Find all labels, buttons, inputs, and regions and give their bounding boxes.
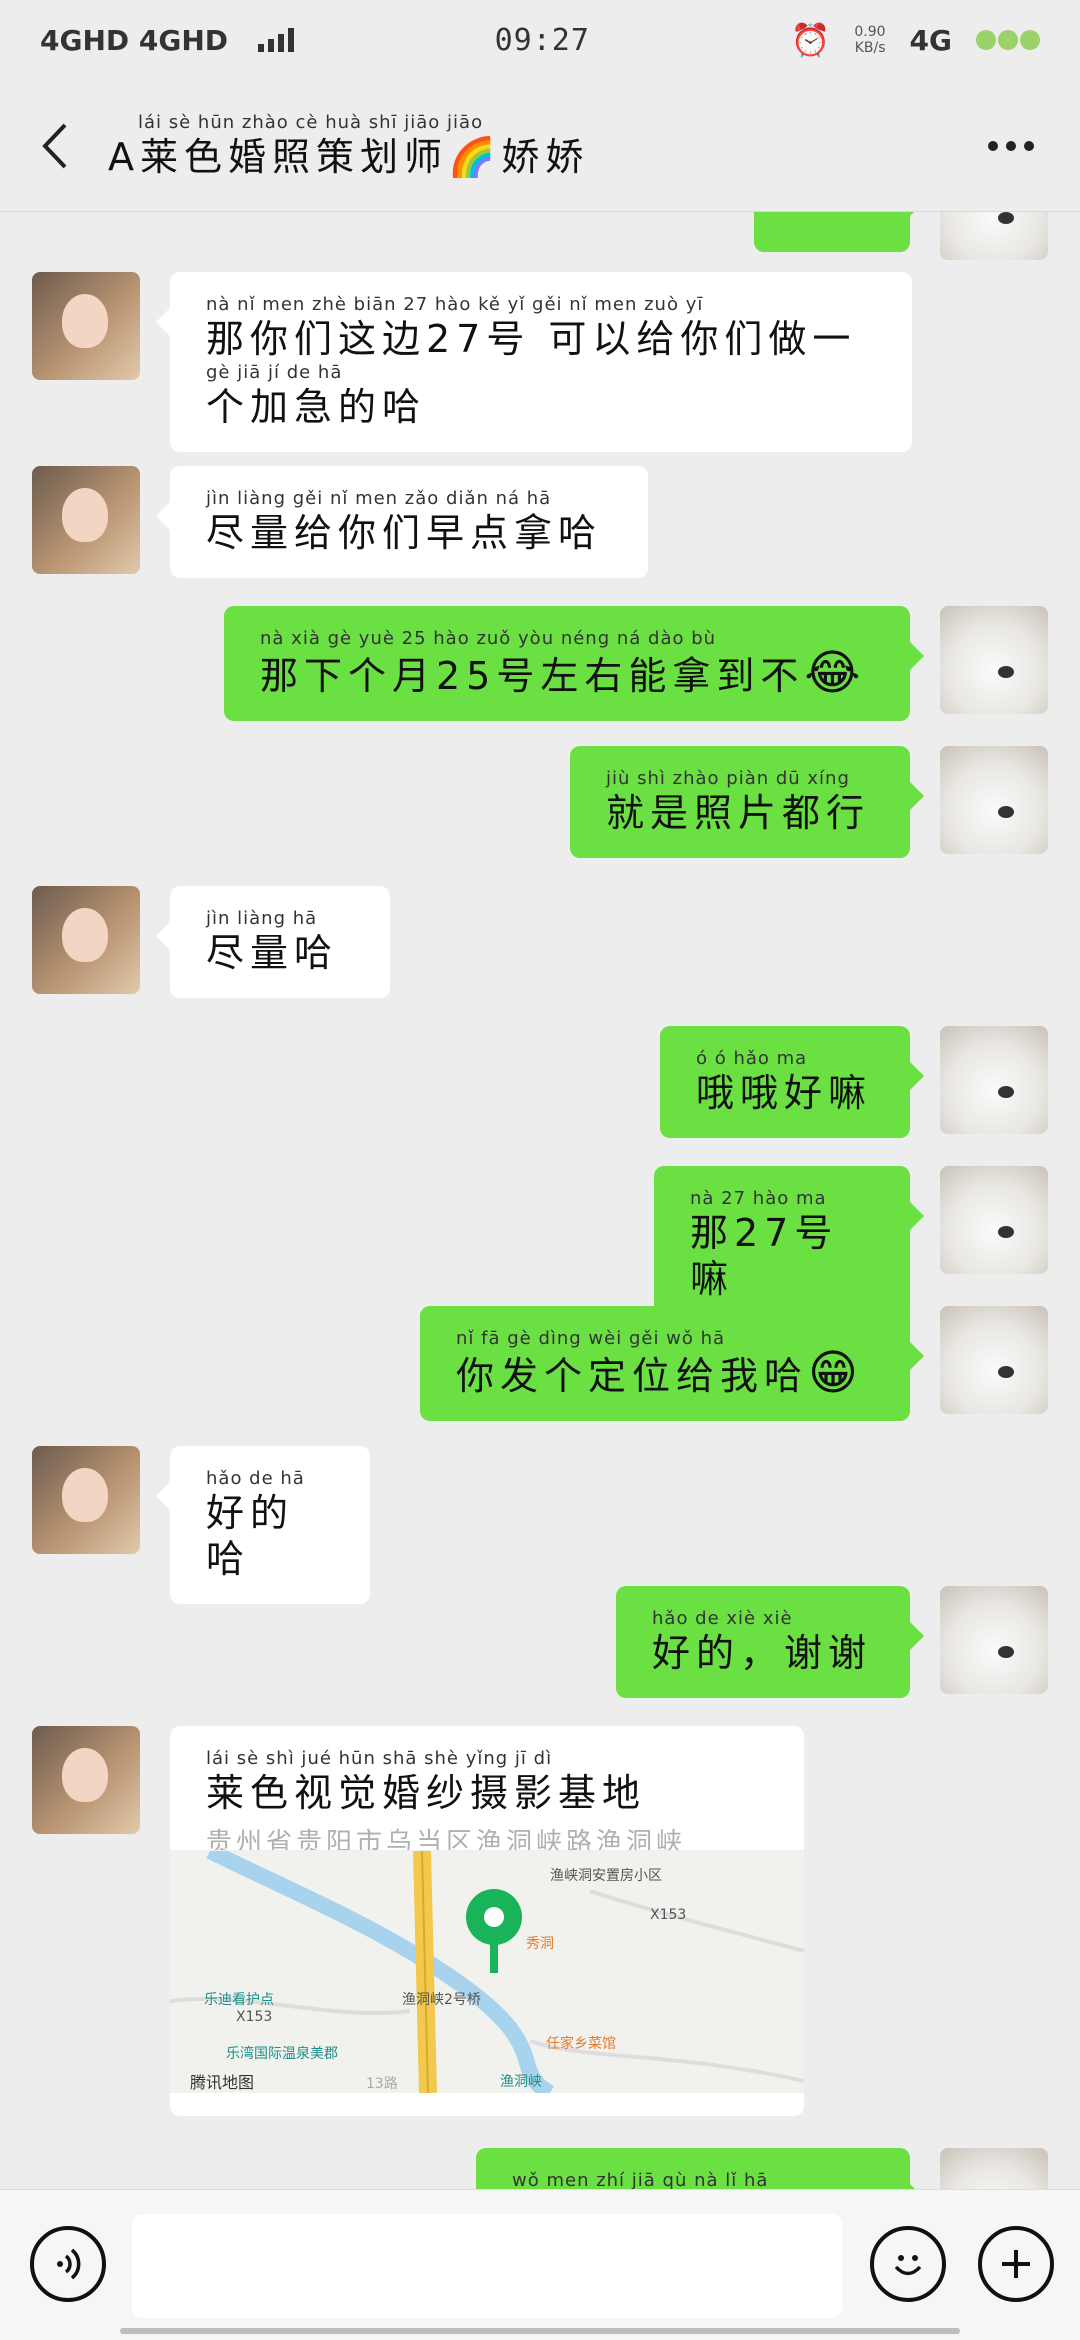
avatar[interactable] xyxy=(32,1726,140,1834)
map-label: 乐湾国际温泉美郡 xyxy=(226,2046,338,2062)
battery-icon xyxy=(975,30,1040,50)
message-pinyin: nà nǐ men zhè biān 27 hào kě yǐ gěi nǐ m… xyxy=(206,294,704,315)
message-pinyin: hǎo de hā xyxy=(206,1468,305,1489)
message-bubble[interactable] xyxy=(754,212,924,252)
net-speed: 0.90 KB/s xyxy=(854,24,885,56)
network-label: 4GHD 4GHD xyxy=(40,23,229,57)
avatar[interactable] xyxy=(940,746,1048,854)
map-label: X153 xyxy=(650,1907,687,1923)
message-text: 尽量哈 xyxy=(206,931,339,975)
chat-title: lái sè hūn zhào cè huà shī jiāo jiāo A莱色… xyxy=(108,112,966,180)
chat-header: lái sè hūn zhào cè huà shī jiāo jiāo A莱色… xyxy=(0,80,1080,212)
grinning-emoji-icon: 😁 xyxy=(808,1345,865,1401)
message-bubble[interactable]: jiù shì zhào piàn dū xíng 就是照片都行 xyxy=(570,746,924,858)
message-text: 你发个定位给我哈😁 xyxy=(456,1349,874,1399)
map-label: 渔峡洞安置房小区 xyxy=(550,1868,662,1884)
message-bubble[interactable]: hǎo de hā 好的哈 xyxy=(156,1446,370,1604)
location-name-pinyin: lái sè shì jué hūn shā shè yǐng jī dì xyxy=(206,1748,553,1769)
location-info: lái sè shì jué hūn shā shè yǐng jī dì 莱色… xyxy=(170,1726,804,1858)
message-bubble[interactable]: nà xià gè yuè 25 hào zuǒ yòu néng ná dào… xyxy=(224,606,924,721)
map-pin-icon xyxy=(466,1889,522,1945)
message-pinyin: ó ó hǎo ma xyxy=(696,1048,808,1069)
avatar[interactable] xyxy=(940,1026,1048,1134)
clock: 09:27 xyxy=(494,22,590,58)
message-text: 好的哈 xyxy=(206,1491,295,1581)
chat-title-text: A莱色婚照策划师🌈娇娇 xyxy=(108,134,590,179)
message-input[interactable] xyxy=(132,2214,842,2318)
avatar[interactable] xyxy=(940,1306,1048,1414)
message-bubble[interactable]: ó ó hǎo ma 哦哦好嘛 xyxy=(660,1026,924,1138)
avatar[interactable] xyxy=(32,1446,140,1554)
signal-icon xyxy=(258,28,295,52)
map-label: 13路 xyxy=(366,2076,398,2092)
back-button[interactable] xyxy=(24,116,84,176)
message-text: 好的，谢谢 xyxy=(652,1631,873,1675)
message-bubble[interactable]: jìn liàng hā 尽量哈 xyxy=(156,886,390,998)
plus-icon xyxy=(1002,2250,1030,2278)
input-bar xyxy=(0,2189,1080,2340)
net-speed-value: 0.90 xyxy=(854,24,886,40)
avatar[interactable] xyxy=(32,886,140,994)
map-label: X153 xyxy=(236,2009,273,2025)
status-bar: 4GHD 4GHD 09:27 ⏰ 0.90 KB/s 4G xyxy=(0,0,1080,80)
avatar[interactable] xyxy=(940,606,1048,714)
home-indicator xyxy=(120,2328,960,2334)
smiley-icon xyxy=(894,2255,922,2276)
message-pinyin: hǎo de xiè xiè xyxy=(652,1608,793,1629)
chat-list[interactable]: nà nǐ men zhè biān 27 hào kě yǐ gěi nǐ m… xyxy=(0,212,1080,2230)
message-pinyin: nà xià gè yuè 25 hào zuǒ yòu néng ná dào… xyxy=(260,628,717,649)
message-pinyin: jiù shì zhào piàn dū xíng xyxy=(606,768,850,789)
avatar[interactable] xyxy=(940,212,1048,260)
map-label: 秀洞 xyxy=(526,1936,554,1952)
chevron-left-icon xyxy=(42,123,67,168)
emoji-button[interactable] xyxy=(870,2226,946,2302)
message-text: 那27号嘛 xyxy=(690,1211,839,1301)
location-name: 莱色视觉婚纱摄影基地 xyxy=(206,1771,647,1815)
message-pinyin: jìn liàng gěi nǐ men zǎo diǎn ná hā xyxy=(206,488,552,509)
map-label: 渔洞峡 xyxy=(500,2074,542,2090)
message-text: 那你们这边27号 可以给你们做一 xyxy=(206,317,857,361)
message-bubble[interactable]: hǎo de xiè xiè 好的，谢谢 xyxy=(616,1586,924,1698)
map-pin-stem xyxy=(490,1943,498,1973)
more-functions-button[interactable] xyxy=(978,2226,1054,2302)
map-brand: 腾讯地图 xyxy=(190,2073,255,2092)
message-bubble[interactable]: nǐ fā gè dìng wèi gěi wǒ hā 你发个定位给我哈😁 xyxy=(420,1306,924,1421)
avatar[interactable] xyxy=(32,466,140,574)
avatar[interactable] xyxy=(940,1166,1048,1274)
message-bubble[interactable]: jìn liàng gěi nǐ men zǎo diǎn ná hā 尽量给你… xyxy=(156,466,648,578)
voice-icon xyxy=(57,2248,81,2280)
network-left: 4GHD 4GHD xyxy=(40,23,295,57)
message-text: 个加急的哈 xyxy=(206,385,427,429)
location-map[interactable]: 渔峡洞安置房小区 X153 秀洞 渔洞峡2号桥 乐迪看护点 X153 乐湾国际温… xyxy=(170,1850,804,2093)
message-pinyin: nà 27 hào ma xyxy=(690,1188,827,1209)
message-text: 那下个月25号左右能拿到不😂 xyxy=(260,649,874,699)
message-text: 尽量给你们早点拿哈 xyxy=(206,511,603,555)
voice-button[interactable] xyxy=(30,2226,106,2302)
message-pinyin: jìn liàng hā xyxy=(206,908,318,929)
network-right: 4G xyxy=(909,23,952,57)
laughing-emoji-icon: 😂 xyxy=(804,645,867,701)
status-right: ⏰ 0.90 KB/s 4G xyxy=(791,21,1040,59)
message-bubble[interactable]: nà 27 hào ma 那27号嘛 xyxy=(654,1166,924,1324)
chat-title-pinyin: lái sè hūn zhào cè huà shī jiāo jiāo xyxy=(138,111,484,133)
avatar[interactable] xyxy=(940,1586,1048,1694)
alarm-icon: ⏰ xyxy=(790,21,831,59)
net-speed-unit: KB/s xyxy=(854,40,886,56)
more-options-button[interactable] xyxy=(966,116,1056,176)
message-text: 就是照片都行 xyxy=(606,791,871,835)
message-text: 哦哦好嘛 xyxy=(696,1071,873,1115)
message-bubble[interactable]: nà nǐ men zhè biān 27 hào kě yǐ gěi nǐ m… xyxy=(156,272,912,452)
map-label: 乐迪看护点 xyxy=(204,1992,274,2008)
message-text-content: 那下个月25号左右能拿到不 xyxy=(260,654,805,698)
avatar[interactable] xyxy=(32,272,140,380)
message-text-content: 你发个定位给我哈 xyxy=(456,1354,809,1398)
map-label: 渔洞峡2号桥 xyxy=(402,1992,481,2008)
message-pinyin: gè jiā jí de hā xyxy=(206,362,343,383)
map-label: 任家乡菜馆 xyxy=(546,2036,616,2052)
location-card[interactable]: lái sè shì jué hūn shā shè yǐng jī dì 莱色… xyxy=(170,1726,804,2116)
